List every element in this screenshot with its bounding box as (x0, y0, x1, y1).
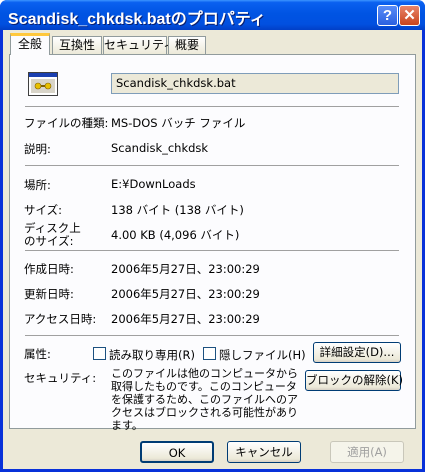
readonly-label[interactable]: 読み取り専用(R) (109, 347, 195, 363)
created-label: 作成日時: (24, 262, 74, 276)
window-title: Scandisk_chkdsk.batのプロパティ (8, 11, 266, 28)
tab-general[interactable]: 全般 (10, 33, 50, 55)
hidden-label[interactable]: 隠しファイル(H) (219, 347, 306, 363)
dialog-client: 全般 互換性 セキュリティ 概要 Scandisk_chkdsk.bat ファイ… (3, 30, 422, 469)
accessed-value: 2006年5月27日、23:00:29 (111, 312, 260, 326)
cancel-button[interactable]: キャンセル (227, 441, 301, 463)
accessed-label: アクセス日時: (24, 312, 97, 326)
size-value: 138 バイト (138 バイト) (111, 203, 244, 217)
disk-size-label-line2: のサイズ: (24, 234, 74, 248)
description-value: Scandisk_chkdsk (111, 141, 209, 155)
title-bar[interactable]: Scandisk_chkdsk.batのプロパティ ? ✕ (0, 0, 425, 30)
divider (25, 106, 399, 107)
general-panel: Scandisk_chkdsk.bat ファイルの種類: MS-DOS バッチ … (9, 54, 416, 432)
properties-window: Scandisk_chkdsk.batのプロパティ ? ✕ 全般 互換性 セキュ… (0, 0, 425, 472)
size-label: サイズ: (24, 203, 63, 217)
file-name-field[interactable]: Scandisk_chkdsk.bat (111, 73, 399, 94)
divider (25, 165, 399, 166)
description-label: 説明: (24, 142, 51, 156)
close-icon: ✕ (403, 7, 416, 24)
tab-security[interactable]: セキュリティ (103, 36, 175, 54)
readonly-checkbox[interactable] (93, 347, 106, 360)
apply-button[interactable]: 適用(A) (330, 441, 404, 463)
location-value: E:¥DownLoads (111, 177, 196, 191)
created-value: 2006年5月27日、23:00:29 (111, 262, 260, 276)
modified-value: 2006年5月27日、23:00:29 (111, 287, 260, 301)
hidden-checkbox[interactable] (203, 347, 216, 360)
security-warning-text: このファイルは他のコンピュータから取得したものです。このコンピュータを保護するた… (111, 367, 298, 432)
type-value: MS-DOS バッチ ファイル (111, 116, 246, 130)
close-button[interactable]: ✕ (399, 5, 420, 26)
type-label: ファイルの種類: (24, 116, 109, 130)
msdos-batch-icon (28, 72, 58, 96)
help-button[interactable]: ? (377, 5, 398, 26)
ok-button[interactable]: OK (140, 441, 214, 463)
help-icon: ? (382, 7, 393, 24)
tab-summary[interactable]: 概要 (168, 36, 206, 54)
modified-label: 更新日時: (24, 287, 74, 301)
attributes-label: 属性: (24, 347, 51, 361)
unblock-button[interactable]: ブロックの解除(K) (305, 370, 403, 391)
security-label: セキュリティ: (24, 371, 97, 385)
advanced-button[interactable]: 詳細設定(D)... (313, 342, 401, 363)
location-label: 場所: (24, 178, 51, 192)
tab-compatibility[interactable]: 互換性 (52, 36, 102, 54)
disk-size-value: 4.00 KB (4,096 バイト) (111, 228, 240, 242)
divider (25, 250, 399, 251)
divider (25, 335, 399, 336)
